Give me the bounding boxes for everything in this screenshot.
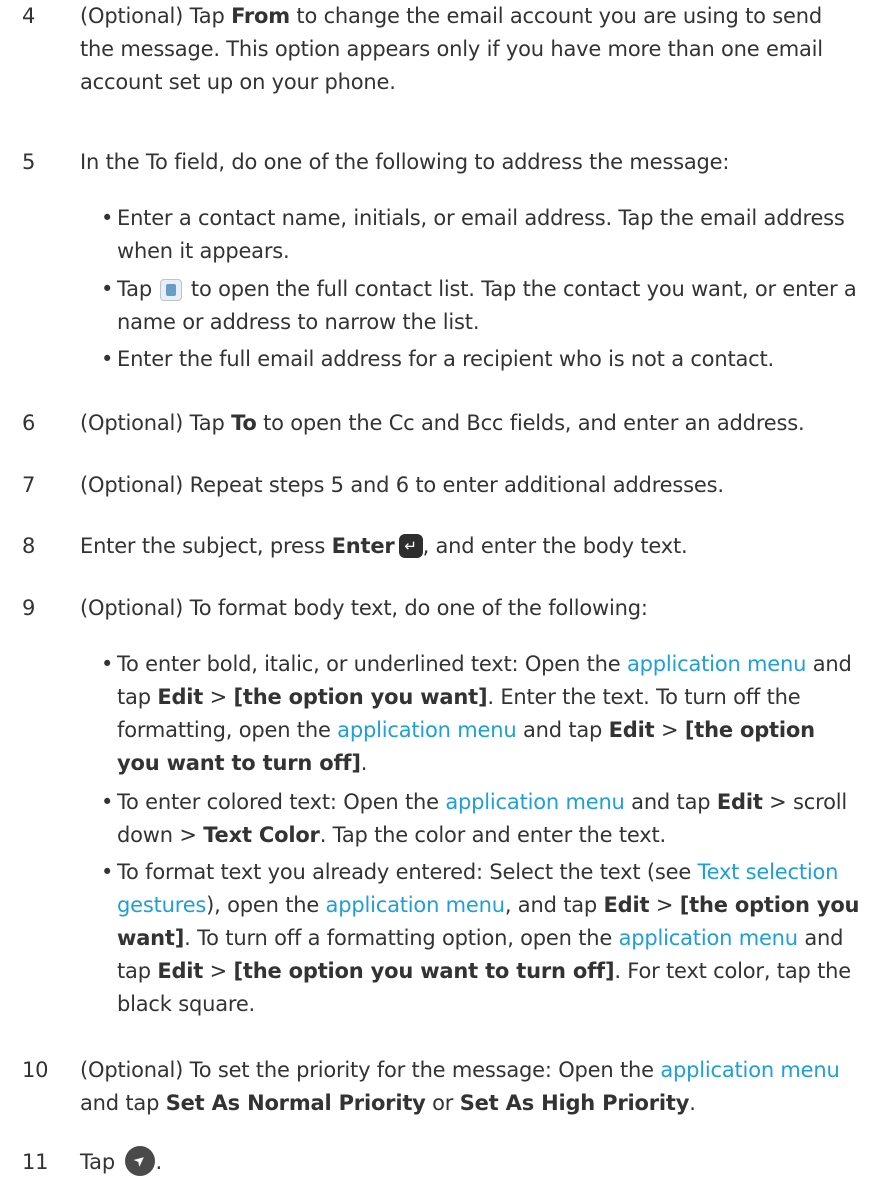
- ui-term-option: [the option you want to turn off]: [233, 959, 615, 983]
- ui-term-edit: Edit: [716, 790, 763, 814]
- step-text: (Optional) Tap To to open the Cc and Bcc…: [80, 407, 850, 440]
- bullet-item: • To enter colored text: Open the applica…: [101, 786, 861, 852]
- bullet-text: >: [654, 718, 685, 742]
- bullet-text: , and tap: [504, 893, 604, 917]
- bullet-text: and tap: [516, 718, 609, 742]
- step-number: 11: [22, 1150, 49, 1174]
- bullet-dot: •: [101, 206, 114, 230]
- bullet-text: ), open the: [206, 893, 326, 917]
- step-number: 9: [22, 596, 36, 620]
- bullet-text: >: [203, 685, 234, 709]
- bullet-text: >: [203, 959, 234, 983]
- ui-term-edit: Edit: [157, 685, 204, 709]
- step-text: (Optional) Repeat steps 5 and 6 to enter…: [80, 473, 724, 497]
- enter-key-icon: [398, 534, 423, 558]
- ui-term-to: To: [231, 411, 257, 435]
- ui-term-edit: Edit: [603, 893, 650, 917]
- step-text: Tap .: [80, 1146, 850, 1179]
- ui-term-edit: Edit: [157, 959, 204, 983]
- step-number: 4: [22, 4, 36, 28]
- ui-term-from: From: [231, 4, 290, 28]
- step-text: (Optional) To set the priority for the m…: [80, 1054, 850, 1120]
- bullet-dot: •: [101, 277, 114, 301]
- bullet-text: .: [360, 751, 368, 775]
- bullet-dot: •: [101, 652, 114, 676]
- bullet-item: • Enter the full email address for a reci…: [101, 343, 861, 376]
- step-text: In the To field, do one of the following…: [80, 150, 730, 174]
- ui-term-text-color: Text Color: [203, 823, 320, 847]
- step-number: 7: [22, 473, 36, 497]
- text-run: (Optional) To set the priority for the m…: [80, 1058, 661, 1082]
- application-menu-link[interactable]: application menu: [326, 893, 506, 917]
- text-run: to open the Cc and Bcc fields, and enter…: [256, 411, 805, 435]
- application-menu-link[interactable]: application menu: [627, 652, 807, 676]
- bullet-dot: •: [101, 790, 114, 814]
- text-run: , and enter the body text.: [422, 534, 688, 558]
- step-number: 10: [22, 1058, 49, 1082]
- bullet-text: To format text you already entered: Sele…: [117, 860, 698, 884]
- text-run: Enter the subject, press: [80, 534, 332, 558]
- bullet-item: • Enter a contact name, initials, or emai…: [101, 202, 861, 268]
- application-menu-link[interactable]: application menu: [337, 718, 517, 742]
- bullet-text: to open the full contact list. Tap the c…: [117, 277, 857, 334]
- instruction-page: 4 (Optional) Tap From to change the emai…: [0, 0, 878, 1186]
- step-number: 5: [22, 150, 36, 174]
- application-menu-link[interactable]: application menu: [619, 926, 799, 950]
- step-number: 8: [22, 534, 36, 558]
- text-run: and tap: [80, 1091, 166, 1115]
- text-run: (Optional) Tap: [80, 4, 232, 28]
- bullet-text: Enter a contact name, initials, or email…: [117, 206, 845, 263]
- send-icon[interactable]: [125, 1146, 156, 1176]
- bullet-text: >: [649, 893, 680, 917]
- bullet-text: Enter the full email address for a recip…: [117, 347, 774, 371]
- step-text: (Optional) To format body text, do one o…: [80, 596, 648, 620]
- bullet-item: • To enter bold, italic, or underlined te…: [101, 648, 861, 780]
- bullet-dot: •: [101, 860, 114, 884]
- bullet-text: . Tap the color and enter the text.: [319, 823, 666, 847]
- ui-term-option: [the option you want]: [233, 685, 488, 709]
- step-text: Enter the subject, press Enter , and ente…: [80, 530, 850, 563]
- bullet-text: . To turn off a formatting option, open …: [184, 926, 619, 950]
- bullet-item: • To format text you already entered: Sel…: [101, 856, 861, 1021]
- ui-term-edit: Edit: [608, 718, 655, 742]
- step-text: (Optional) Tap From to change the email …: [80, 0, 850, 99]
- application-menu-link[interactable]: application menu: [660, 1058, 840, 1082]
- bullet-text: To enter colored text: Open the: [117, 790, 446, 814]
- bullet-text: Tap: [117, 277, 159, 301]
- application-menu-link[interactable]: application menu: [445, 790, 625, 814]
- contact-list-icon[interactable]: [160, 279, 183, 301]
- ui-term-high-priority: Set As High Priority: [459, 1091, 690, 1115]
- ui-term-normal-priority: Set As Normal Priority: [165, 1091, 426, 1115]
- text-run: Tap: [80, 1150, 122, 1174]
- ui-term-enter: Enter: [331, 534, 395, 558]
- text-run: (Optional) Tap: [80, 411, 232, 435]
- bullet-text: To enter bold, italic, or underlined tex…: [117, 652, 627, 676]
- bullet-dot: •: [101, 347, 114, 371]
- text-run: .: [689, 1091, 696, 1115]
- bullet-item: • Tap to open the full contact list. Tap …: [101, 273, 861, 339]
- bullet-text: and tap: [624, 790, 717, 814]
- step-number: 6: [22, 411, 36, 435]
- text-run: or: [425, 1091, 460, 1115]
